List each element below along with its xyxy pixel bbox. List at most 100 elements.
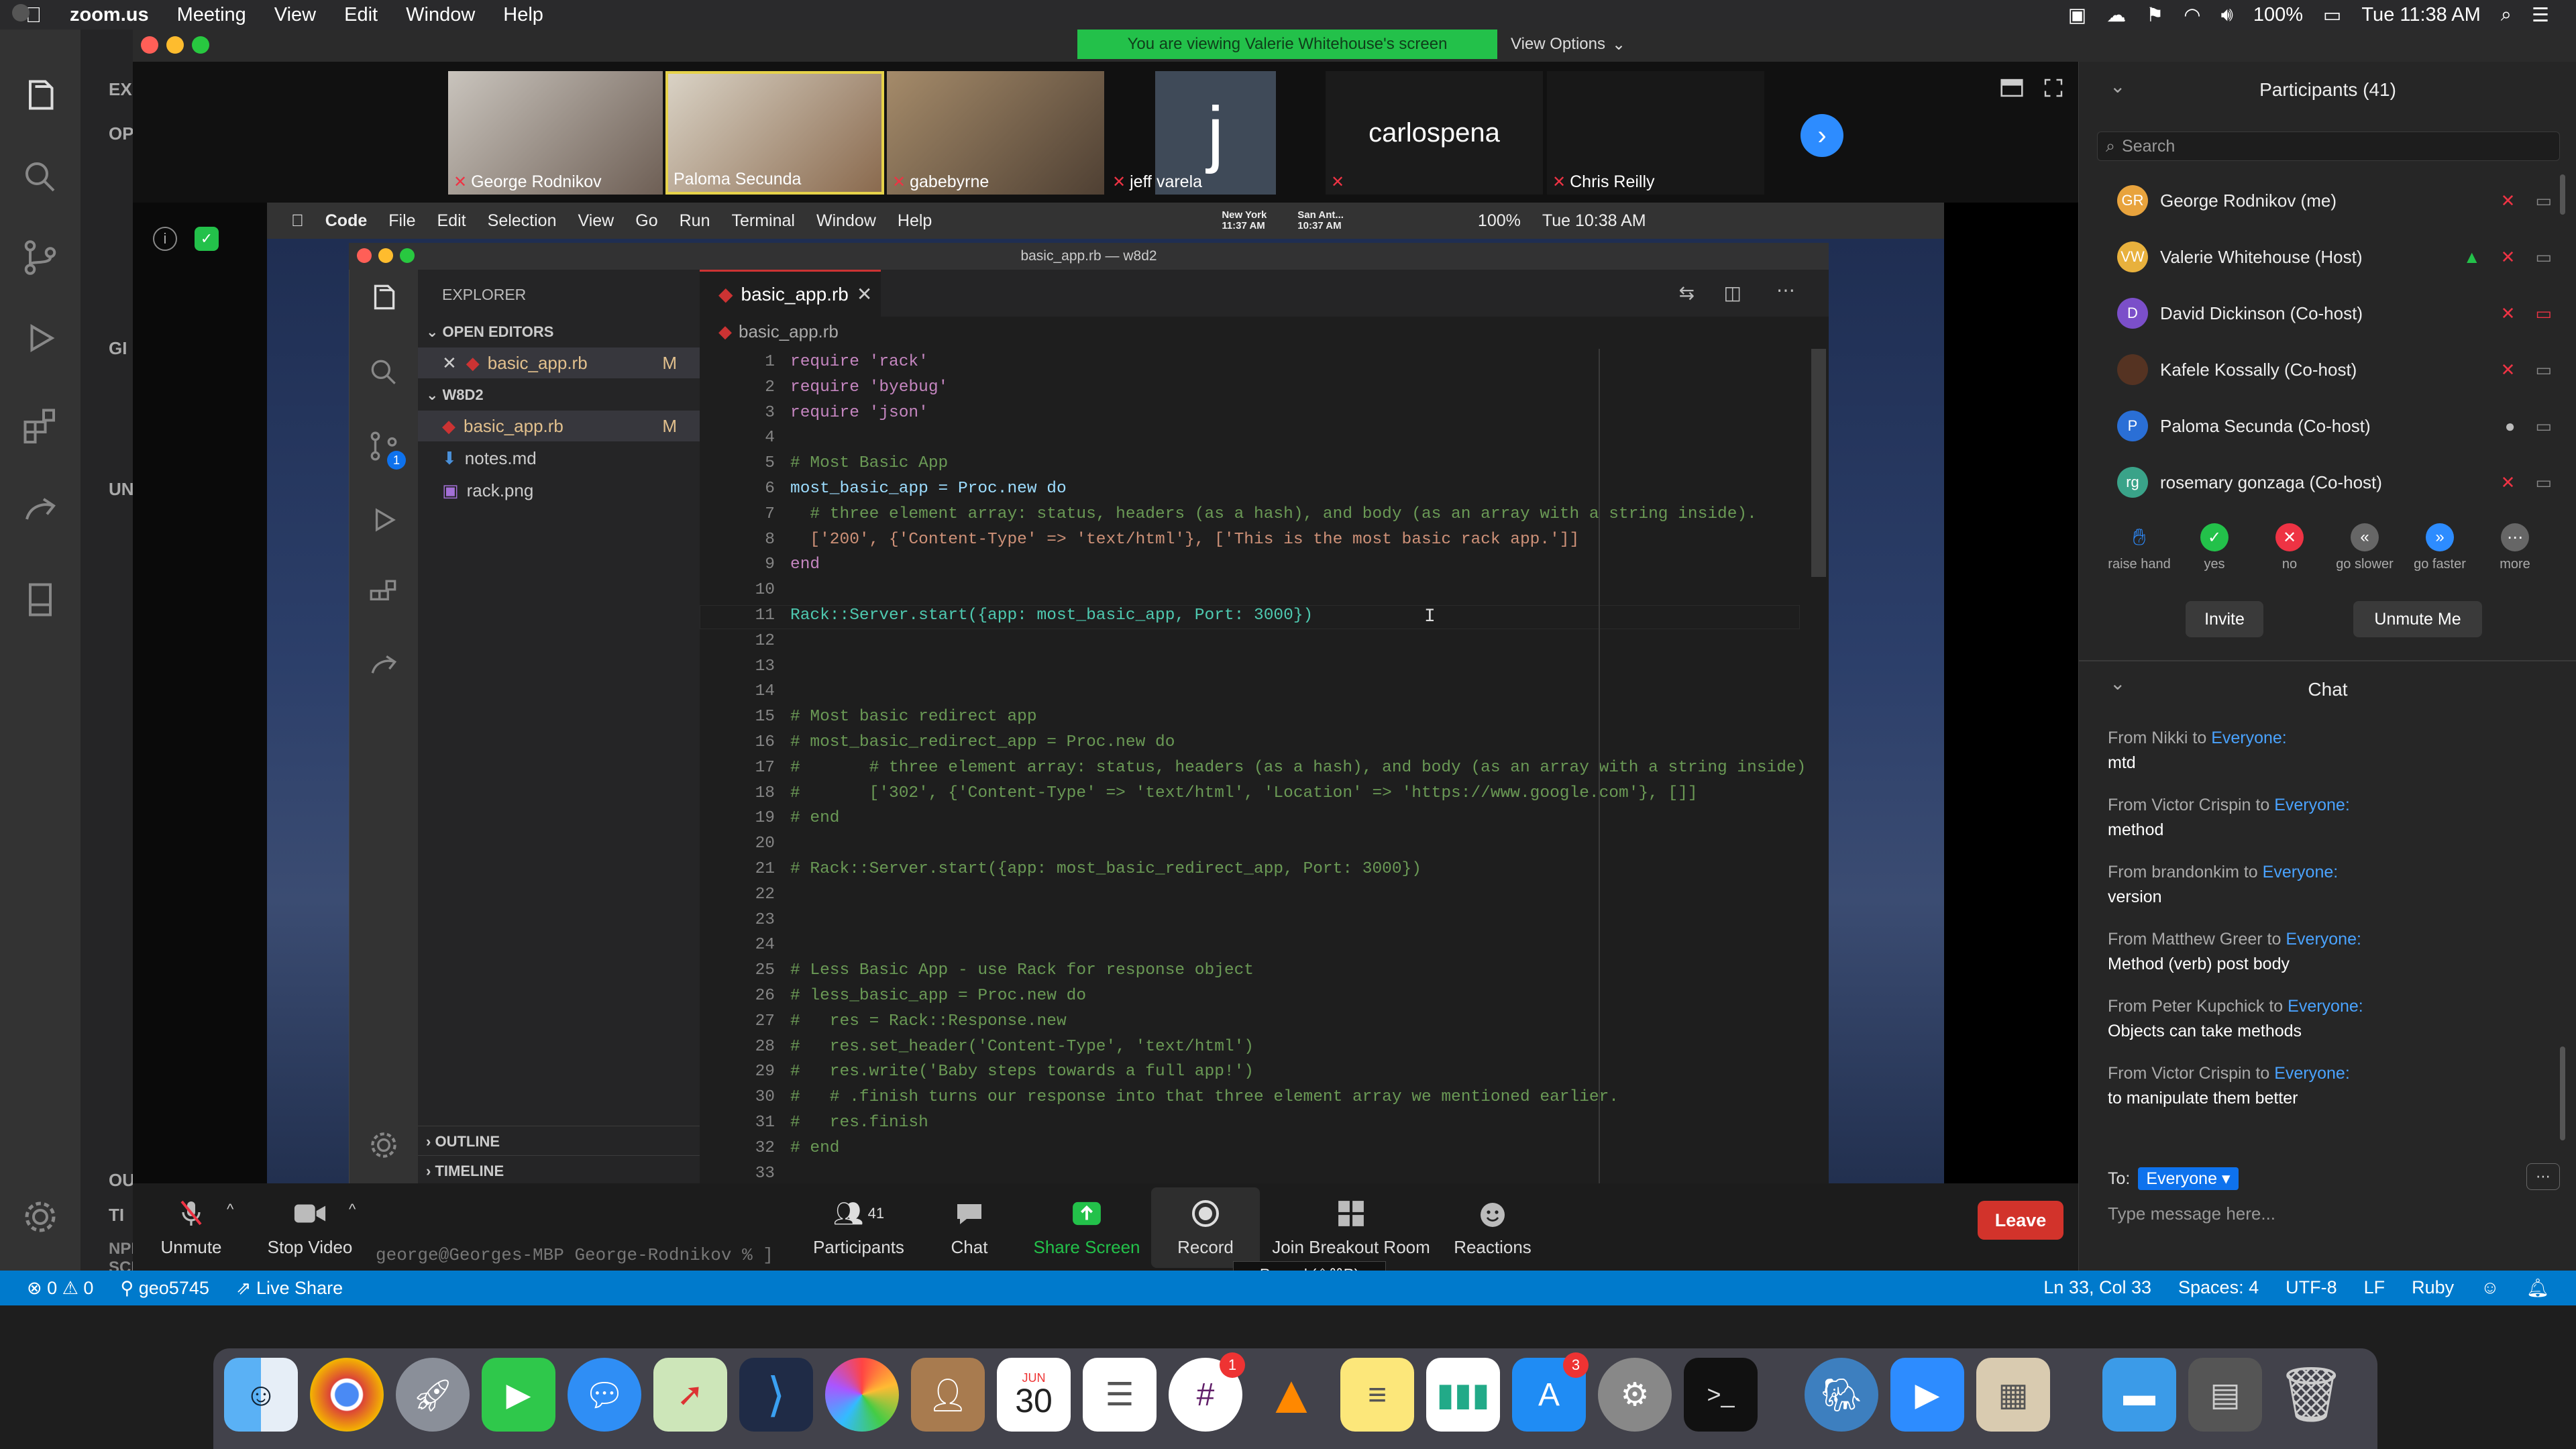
code-line[interactable]: require 'json' [790, 404, 928, 422]
code-line[interactable]: end [790, 555, 820, 574]
live-share-button[interactable]: ⇗ Live Share [236, 1278, 343, 1299]
volume-icon[interactable]: 🔊︎ [2221, 4, 2233, 26]
folder-icon[interactable]: ▬ [2102, 1358, 2176, 1432]
terminal-icon[interactable]: >_ [1684, 1358, 1758, 1432]
video-tile-active-speaker[interactable]: Paloma Secunda [665, 71, 884, 195]
code-line[interactable]: # ['302', {'Content-Type' => 'text/html'… [790, 784, 1698, 802]
fullscreen-icon[interactable] [2043, 78, 2063, 98]
menu-app-name[interactable]: zoom.us [70, 4, 149, 26]
share-screen-button[interactable]: Share Screen [1026, 1187, 1147, 1268]
audio-options-caret-icon[interactable]: ^ [227, 1201, 233, 1218]
code-line[interactable]: Rack::Server.start({app: most_basic_app,… [790, 606, 1313, 625]
encoding[interactable]: UTF-8 [2286, 1277, 2337, 1299]
minimize-window-button[interactable] [166, 36, 184, 54]
go-faster-button[interactable]: » go faster [2403, 523, 2477, 572]
notes-icon[interactable]: ≡ [1340, 1358, 1414, 1432]
messages-icon[interactable]: 💬︎ [568, 1358, 641, 1432]
leave-meeting-button[interactable]: Leave [1978, 1201, 2063, 1240]
bg-un-fragment[interactable]: UN [109, 479, 134, 500]
participant-row[interactable]: D David Dickinson (Co-host) ✕ ▭ [2097, 288, 2567, 338]
code-line[interactable]: # # three element array: status, headers… [790, 759, 1806, 777]
participants-button[interactable]: 👥︎ 41 Participants [805, 1187, 912, 1268]
zoom-status-icon[interactable]: ▣ [2068, 3, 2086, 27]
participant-row[interactable]: Kafele Kossally (Co-host) ✕ ▭ [2097, 345, 2567, 394]
code-line[interactable]: ['200', {'Content-Type' => 'text/html'},… [790, 531, 1579, 549]
code-line[interactable]: # less_basic_app = Proc.new do [790, 987, 1086, 1005]
numbers-chart-icon[interactable]: ▮▮▮ [1426, 1358, 1500, 1432]
video-options-caret-icon[interactable]: ^ [349, 1201, 356, 1218]
menu-meeting[interactable]: Meeting [177, 4, 246, 26]
search-icon[interactable] [20, 157, 60, 197]
language-mode[interactable]: Ruby [2412, 1277, 2454, 1299]
zoom-app-icon[interactable]: ▶ [1890, 1358, 1964, 1432]
view-options-dropdown[interactable]: View Options ⌄ [1511, 30, 1625, 59]
code-line[interactable]: # res.finish [790, 1114, 928, 1132]
spotlight-icon[interactable]: ⌕ [2501, 4, 2512, 26]
close-window-button[interactable] [141, 36, 158, 54]
vscode-icon[interactable]: ⟩ [739, 1358, 813, 1432]
launchpad-rocket-icon[interactable]: 🚀︎ [396, 1358, 470, 1432]
flag-icon[interactable]: ⚑ [2146, 3, 2163, 27]
participant-row[interactable]: rg rosemary gonzaga (Co-host) ✕ ▭ [2097, 458, 2567, 507]
code-line[interactable]: # res.set_header('Content-Type', 'text/h… [790, 1038, 1254, 1056]
notifications-bell-icon[interactable]: 🔔︎ [2526, 1277, 2549, 1299]
video-tile[interactable]: carlospena ✕ [1326, 71, 1543, 195]
code-line[interactable]: # # .finish turns our response into that… [790, 1088, 1619, 1106]
reminders-icon[interactable]: ☰ [1083, 1358, 1157, 1432]
chrome-icon[interactable] [310, 1358, 384, 1432]
postgres-elephant-icon[interactable]: 🐘︎ [1805, 1358, 1878, 1432]
maps-icon[interactable]: ➚ [653, 1358, 727, 1432]
participant-row[interactable]: VW Valerie Whitehouse (Host) ▲ ✕ ▭ [2097, 232, 2567, 282]
participant-row[interactable]: P Paloma Secunda (Co-host) ● ▭ [2097, 401, 2567, 451]
more-button[interactable]: ⋯ more [2478, 523, 2552, 572]
code-line[interactable]: require 'byebug' [790, 378, 948, 396]
record-button[interactable]: Record [1151, 1187, 1260, 1268]
stop-video-button[interactable]: Stop Video [263, 1187, 357, 1268]
code-line[interactable]: require 'rack' [790, 353, 928, 371]
invite-button[interactable]: Invite [2186, 601, 2263, 637]
bg-outline-fragment[interactable]: OU [109, 1170, 135, 1191]
problems-indicator[interactable]: ⊗ 0 ⚠ 0 [27, 1278, 93, 1299]
chat-more-options-icon[interactable]: ⋯ [2526, 1163, 2560, 1190]
downloads-stack-icon[interactable]: ▤ [2188, 1358, 2262, 1432]
menu-view[interactable]: View [274, 4, 316, 26]
chat-button[interactable]: Chat [939, 1187, 1000, 1268]
chat-to[interactable]: Everyone: [2263, 863, 2339, 881]
join-breakout-room-button[interactable]: Join Breakout Room [1272, 1187, 1430, 1268]
menu-help[interactable]: Help [503, 4, 543, 26]
code-line[interactable]: # res = Rack::Response.new [790, 1012, 1067, 1030]
raise-hand-button[interactable]: ✋︎ raise hand [2102, 523, 2176, 572]
bg-timeline-fragment[interactable]: TI [109, 1205, 124, 1226]
control-center-icon[interactable]: ☰ [2532, 3, 2549, 27]
cursor-position[interactable]: Ln 33, Col 33 [2043, 1277, 2151, 1299]
code-line[interactable]: # Less Basic App - use Rack for response… [790, 961, 1254, 979]
vlc-cone-icon[interactable]: ▲ [1254, 1358, 1328, 1432]
contacts-icon[interactable]: 👤︎ [911, 1358, 985, 1432]
code-line[interactable]: most_basic_app = Proc.new do [790, 480, 1067, 498]
reactions-button[interactable]: Reactions [1449, 1187, 1536, 1268]
account-indicator[interactable]: ⚲ geo5745 [120, 1278, 209, 1299]
participants-scrollbar-thumb[interactable] [2560, 174, 2565, 215]
system-preferences-gear-icon[interactable]: ⚙ [1598, 1358, 1672, 1432]
chat-to[interactable]: Everyone: [2211, 729, 2287, 747]
next-page-arrow-icon[interactable]: › [1801, 114, 1843, 157]
chat-scrollbar-thumb[interactable] [2560, 1046, 2565, 1140]
indentation[interactable]: Spaces: 4 [2178, 1277, 2259, 1299]
menu-edit[interactable]: Edit [344, 4, 378, 26]
meeting-info-icon[interactable]: i [153, 227, 177, 251]
no-button[interactable]: ✕ no [2253, 523, 2326, 572]
live-share-icon[interactable] [20, 492, 60, 533]
chat-to[interactable]: Everyone: [2288, 997, 2363, 1016]
chat-to[interactable]: Everyone: [2274, 796, 2350, 814]
code-line[interactable]: # res.write('Baby steps towards a full a… [790, 1063, 1254, 1081]
extensions-icon[interactable] [20, 405, 60, 445]
photos-icon[interactable] [825, 1358, 899, 1432]
finder-icon[interactable]: ☺ [224, 1358, 298, 1432]
settings-gear-icon[interactable] [20, 1197, 60, 1237]
code-line[interactable]: # end [790, 1139, 840, 1157]
video-tile[interactable]: ✕ George Rodnikov [448, 71, 663, 195]
code-line[interactable]: # Rack::Server.start({app: most_basic_re… [790, 860, 1421, 878]
code-line[interactable]: # most_basic_redirect_app = Proc.new do [790, 733, 1175, 751]
unmute-button[interactable]: Unmute [154, 1187, 228, 1268]
wifi-icon[interactable]: ◠ [2184, 3, 2200, 27]
